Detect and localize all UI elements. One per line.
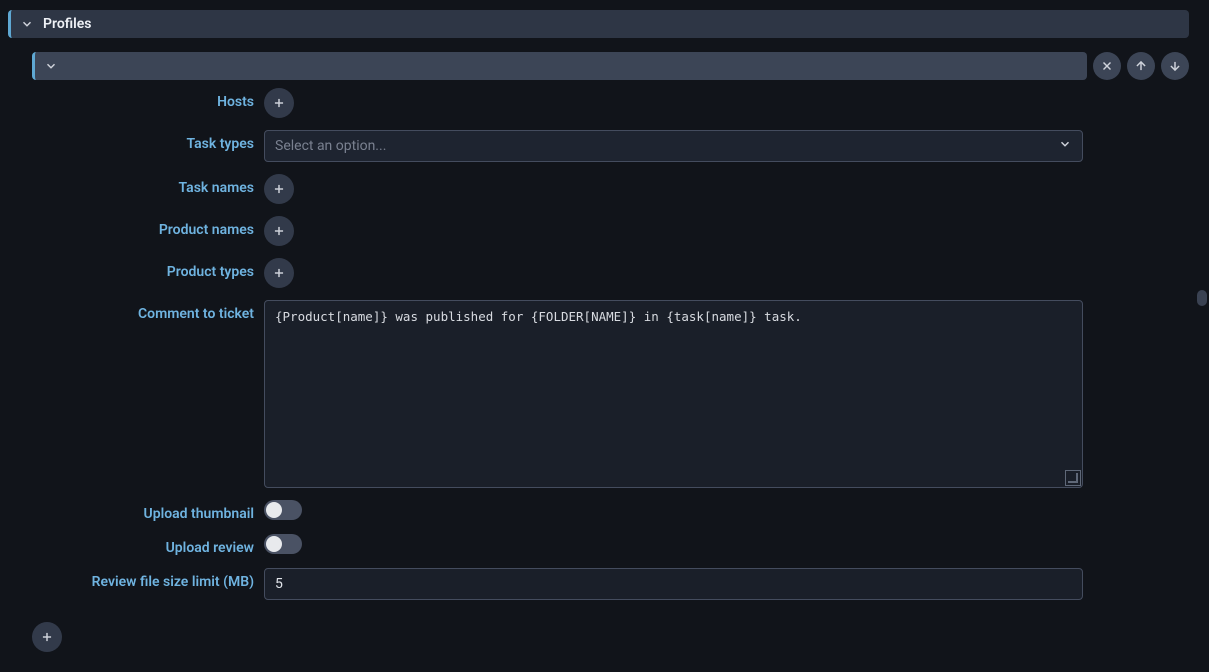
chevron-down-icon <box>11 17 43 31</box>
task-names-label: Task names <box>32 174 264 196</box>
task-types-label: Task types <box>32 130 264 152</box>
product-types-label: Product types <box>32 258 264 280</box>
remove-profile-button[interactable] <box>1093 52 1121 80</box>
select-placeholder: Select an option... <box>275 138 386 154</box>
upload-review-toggle[interactable] <box>264 534 302 554</box>
task-types-select[interactable]: Select an option... <box>264 130 1083 162</box>
profiles-section-header[interactable]: Profiles <box>8 10 1189 38</box>
scrollbar-track[interactable] <box>1195 0 1209 672</box>
add-profile-button[interactable] <box>32 622 62 652</box>
upload-thumbnail-label: Upload thumbnail <box>32 500 264 522</box>
scrollbar-thumb[interactable] <box>1197 290 1207 306</box>
add-product-name-button[interactable] <box>264 216 294 246</box>
chevron-down-icon <box>35 59 67 73</box>
section-title: Profiles <box>43 16 91 32</box>
comment-textarea[interactable]: {Product[name]} was published for {FOLDE… <box>264 300 1083 488</box>
chevron-down-icon <box>1058 137 1072 155</box>
move-up-button[interactable] <box>1127 52 1155 80</box>
add-task-name-button[interactable] <box>264 174 294 204</box>
upload-review-label: Upload review <box>32 534 264 556</box>
hosts-label: Hosts <box>32 88 264 110</box>
review-limit-label: Review file size limit (MB) <box>32 568 264 590</box>
review-limit-input[interactable]: 5 <box>264 568 1083 600</box>
add-host-button[interactable] <box>264 88 294 118</box>
profile-form: Hosts Task types Select an option... <box>32 88 1083 664</box>
add-product-type-button[interactable] <box>264 258 294 288</box>
comment-label: Comment to ticket <box>32 300 264 322</box>
profile-item-header[interactable] <box>32 52 1087 80</box>
move-down-button[interactable] <box>1161 52 1189 80</box>
product-names-label: Product names <box>32 216 264 238</box>
upload-thumbnail-toggle[interactable] <box>264 500 302 520</box>
